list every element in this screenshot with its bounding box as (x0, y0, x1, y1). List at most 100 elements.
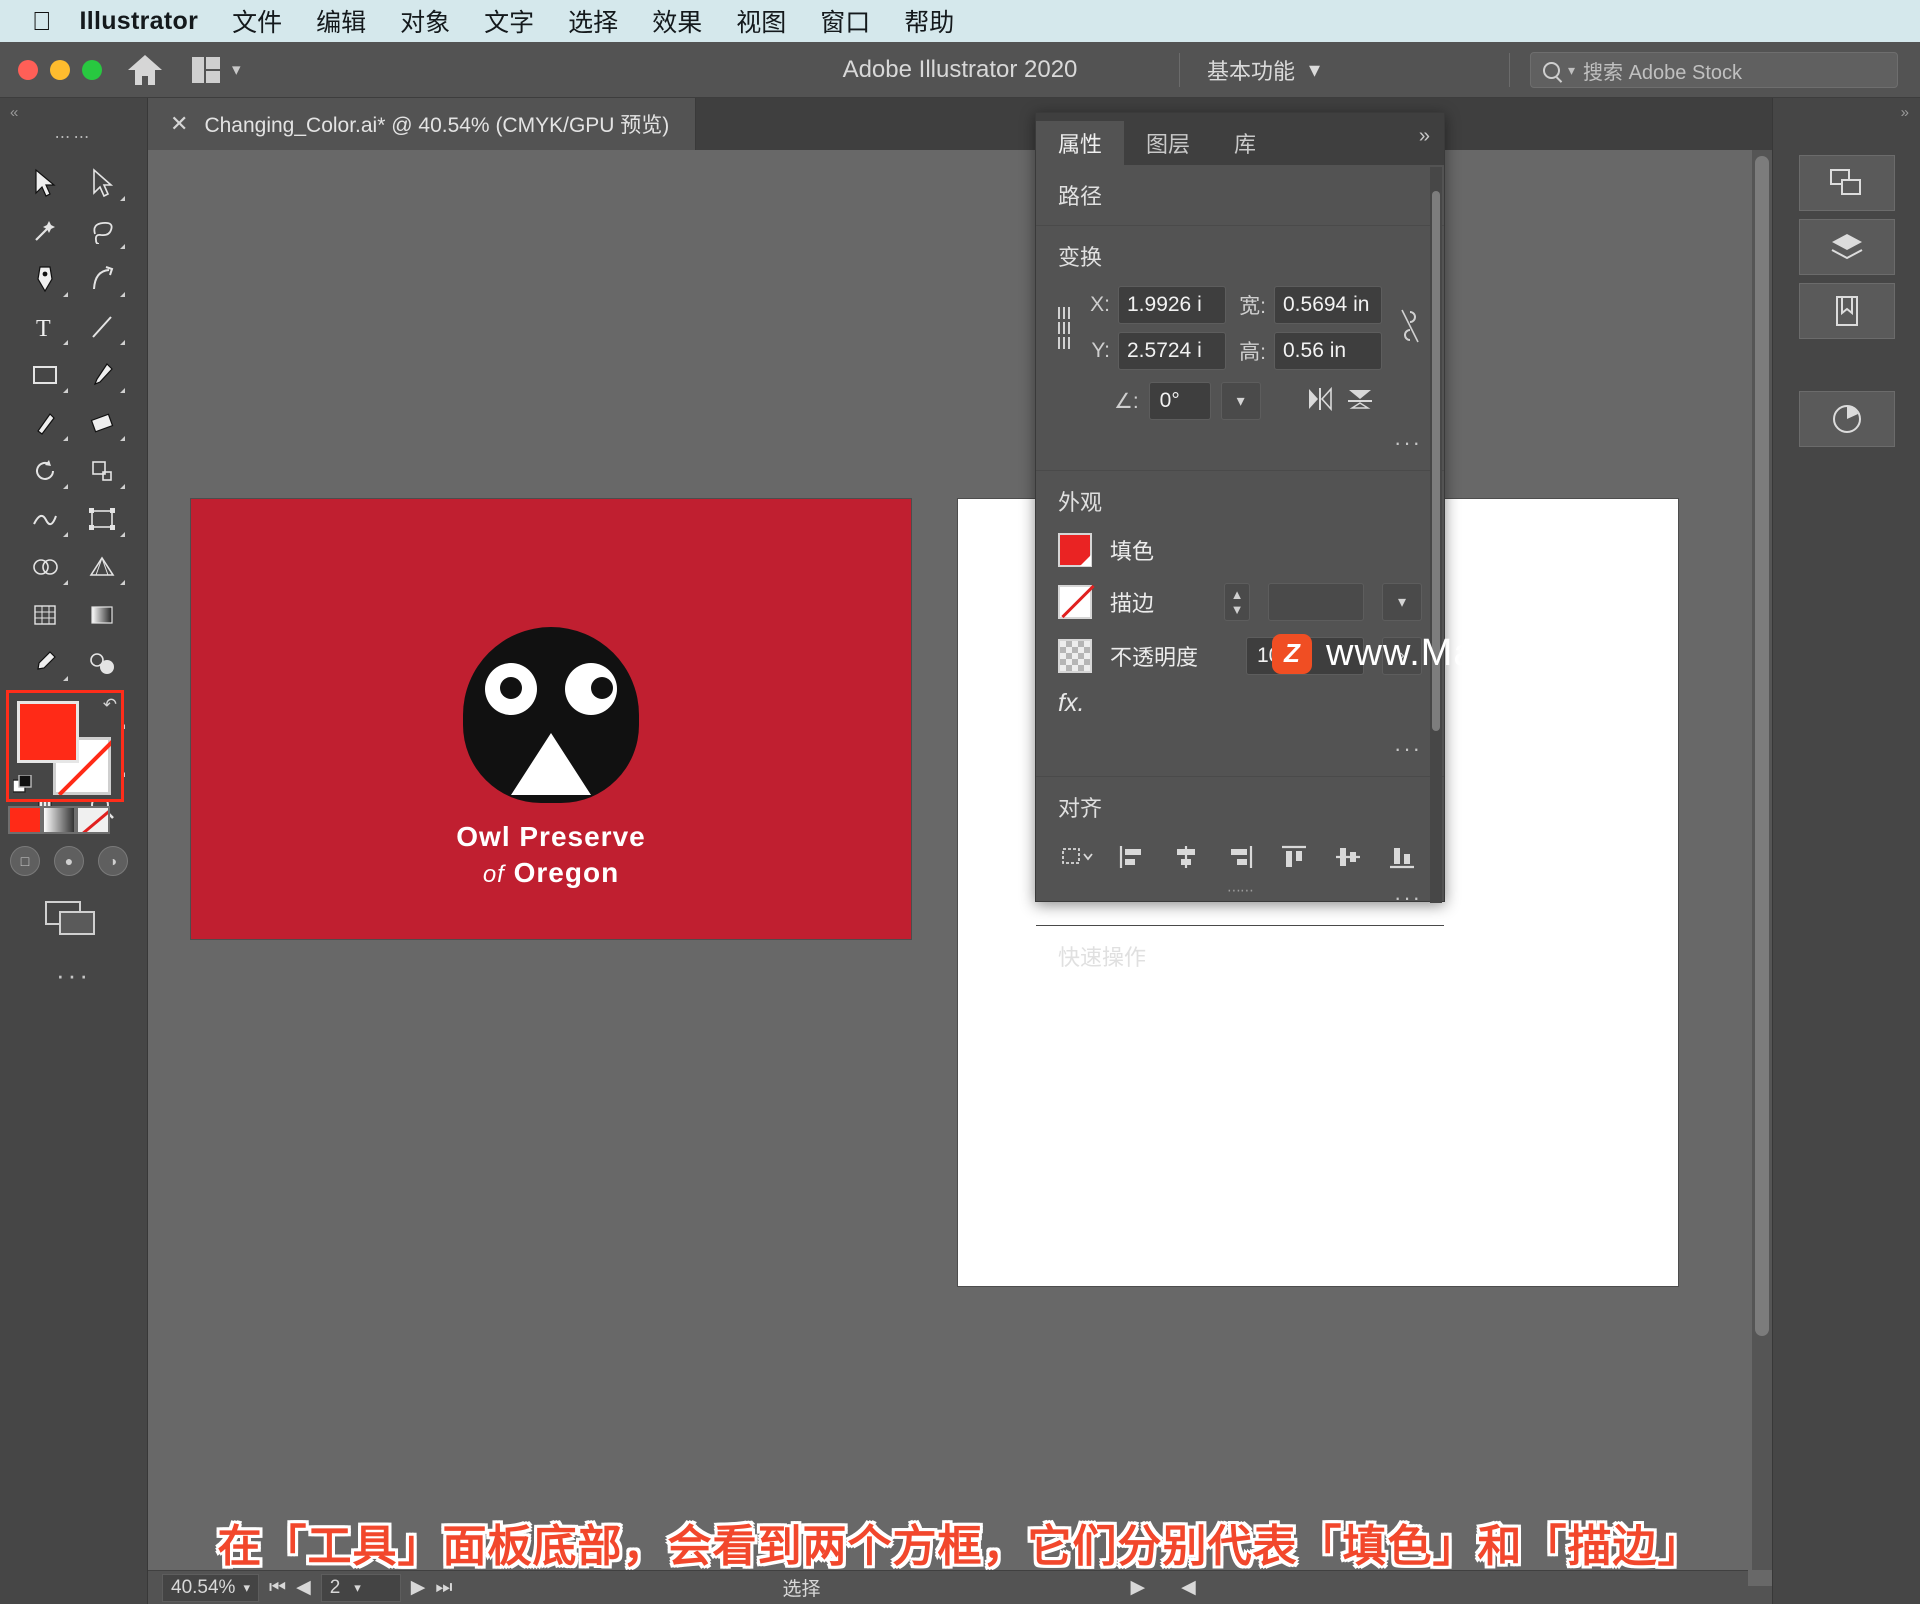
appearance-more-options[interactable]: ··· (1058, 736, 1422, 762)
close-window-button[interactable] (18, 60, 38, 80)
menu-item-file[interactable]: 文件 (232, 3, 282, 39)
arrange-documents-icon[interactable] (192, 57, 222, 83)
status-scroll-left-icon[interactable]: ◀ (1181, 1576, 1196, 1599)
transform-more-options[interactable]: ··· (1058, 430, 1422, 456)
none-swatch-button[interactable] (76, 806, 110, 834)
x-input[interactable]: 1.9926 i (1118, 286, 1226, 324)
align-to-selection-icon[interactable] (1058, 839, 1098, 875)
workspace-switcher[interactable]: 基本功能 ▾ (1207, 54, 1320, 86)
menu-item-object[interactable]: 对象 (400, 3, 450, 39)
flip-vertical-icon[interactable] (1345, 386, 1375, 417)
scale-tool[interactable] (74, 447, 132, 495)
swap-fill-stroke-icon[interactable]: ↶ (103, 695, 117, 715)
menu-item-effect[interactable]: 效果 (652, 3, 702, 39)
align-bottom-icon[interactable] (1382, 839, 1422, 875)
pen-tool[interactable] (16, 255, 74, 303)
last-page-icon[interactable]: ⏭ (435, 1577, 452, 1599)
maximize-window-button[interactable] (82, 60, 102, 80)
angle-input[interactable]: 0° (1149, 382, 1211, 420)
draw-inside-icon[interactable]: ◑ (98, 846, 128, 876)
fill-stroke-swatches[interactable]: ↶ (6, 690, 124, 802)
minimize-window-button[interactable] (50, 60, 70, 80)
fill-color-swatch[interactable] (1058, 533, 1092, 567)
first-page-icon[interactable]: ⏮ (269, 1577, 286, 1599)
tab-libraries[interactable]: 库 (1212, 121, 1278, 165)
arrange-chevron-down-icon[interactable]: ▾ (232, 60, 241, 80)
stroke-weight-stepper[interactable]: ▲▼ (1224, 583, 1250, 621)
line-segment-tool[interactable] (74, 303, 132, 351)
menu-app-name[interactable]: Illustrator (80, 7, 199, 36)
angle-chevron-down-icon[interactable]: ▾ (1221, 382, 1261, 420)
next-page-icon[interactable]: ▶ (411, 1576, 426, 1599)
flip-horizontal-icon[interactable] (1305, 386, 1335, 417)
paintbrush-tool[interactable] (74, 351, 132, 399)
magic-wand-tool[interactable] (16, 207, 74, 255)
stroke-chevron-down-icon[interactable]: ▾ (1382, 583, 1422, 621)
menu-item-window[interactable]: 窗口 (820, 3, 870, 39)
perspective-grid-tool[interactable] (74, 543, 132, 591)
draw-behind-icon[interactable]: ● (54, 846, 84, 876)
layers-panel-icon[interactable] (1799, 219, 1895, 275)
align-right-icon[interactable] (1220, 839, 1260, 875)
owl-illustration-red[interactable] (463, 627, 639, 803)
menu-item-type[interactable]: 文字 (484, 3, 534, 39)
align-top-icon[interactable] (1274, 839, 1314, 875)
curvature-tool[interactable] (74, 255, 132, 303)
free-transform-tool[interactable] (74, 495, 132, 543)
menu-item-help[interactable]: 帮助 (904, 3, 954, 39)
more-tools-button[interactable]: ··· (0, 960, 147, 991)
properties-panel-resize-grip[interactable]: ⋯⋯ (1227, 882, 1253, 899)
color-guide-panel-icon[interactable] (1799, 391, 1895, 447)
eyedropper-tool[interactable] (16, 639, 74, 687)
lasso-tool[interactable] (74, 207, 132, 255)
blend-tool[interactable] (74, 639, 132, 687)
default-fill-stroke-icon[interactable] (13, 775, 35, 797)
apple-logo-icon[interactable]:  (32, 8, 52, 34)
tools-panel-collapse-icon[interactable]: « (0, 98, 147, 121)
gradient-tool[interactable] (74, 591, 132, 639)
artboard-red[interactable]: Owl Preserve of Oregon (191, 499, 911, 939)
link-dimensions-icon[interactable] (1398, 306, 1422, 351)
reference-point-selector[interactable] (1058, 307, 1070, 349)
home-icon[interactable] (128, 55, 162, 85)
fill-color-swatch[interactable] (17, 701, 79, 763)
canvas-vertical-scrollbar[interactable] (1752, 150, 1772, 1570)
libraries-panel-icon[interactable] (1799, 283, 1895, 339)
fx-button[interactable]: fx. (1058, 675, 1422, 726)
previous-page-icon[interactable]: ◀ (296, 1576, 311, 1599)
menu-item-view[interactable]: 视图 (736, 3, 786, 39)
stroke-weight-input[interactable] (1268, 583, 1364, 621)
rotate-tool[interactable] (16, 447, 74, 495)
eraser-tool[interactable] (74, 399, 132, 447)
play-icon[interactable]: ▶ (1130, 1576, 1145, 1599)
align-left-icon[interactable] (1112, 839, 1152, 875)
search-input[interactable]: ▾ 搜索 Adobe Stock (1530, 52, 1898, 88)
canvas-area[interactable]: Owl Preserve of Oregon (148, 150, 1872, 1586)
align-horizontal-center-icon[interactable] (1166, 839, 1206, 875)
close-icon[interactable]: ✕ (170, 111, 188, 137)
rectangle-tool[interactable] (16, 351, 74, 399)
shaper-tool[interactable] (16, 399, 74, 447)
width-input[interactable]: 0.5694 in (1274, 286, 1382, 324)
mesh-tool[interactable] (16, 591, 74, 639)
tab-layers[interactable]: 图层 (1124, 121, 1212, 165)
type-tool[interactable]: T (16, 303, 74, 351)
draw-normal-icon[interactable]: □ (10, 846, 40, 876)
page-number-input[interactable]: 2 ▾ (321, 1574, 401, 1602)
shape-builder-tool[interactable] (16, 543, 74, 591)
screen-mode-icon[interactable] (44, 898, 106, 938)
gradient-swatch-button[interactable] (42, 806, 76, 834)
right-dock-collapse-icon[interactable]: » (1773, 98, 1920, 121)
direct-selection-tool[interactable] (74, 159, 132, 207)
tab-properties[interactable]: 属性 (1036, 121, 1124, 165)
menu-item-select[interactable]: 选择 (568, 3, 618, 39)
menu-item-edit[interactable]: 编辑 (316, 3, 366, 39)
height-input[interactable]: 0.56 in (1274, 332, 1382, 370)
selection-tool[interactable] (16, 159, 74, 207)
artboards-panel-icon[interactable] (1799, 155, 1895, 211)
width-tool[interactable] (16, 495, 74, 543)
properties-panel[interactable]: 属性 图层 库 » 路径 变换 X: 1.9926 i Y: (1035, 112, 1445, 902)
panel-menu-icon[interactable]: » (1419, 125, 1430, 148)
zoom-level-control[interactable]: 40.54% ▾ (162, 1574, 259, 1602)
stroke-color-swatch[interactable] (1058, 585, 1092, 619)
